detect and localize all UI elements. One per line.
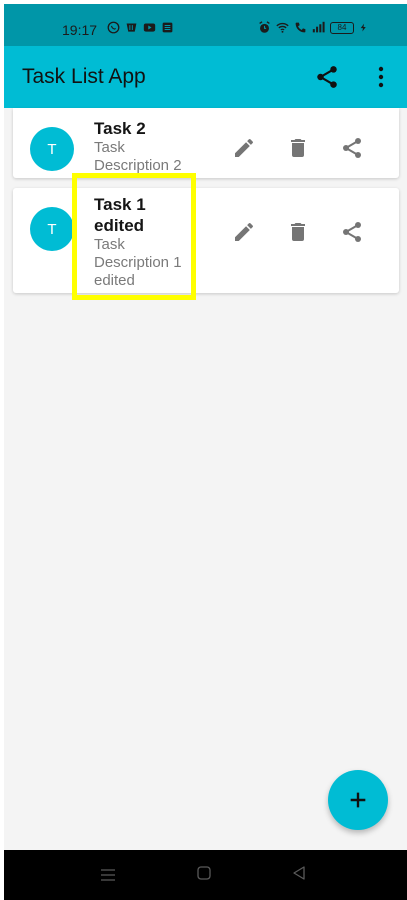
youtube-icon <box>143 23 156 32</box>
delete-button[interactable] <box>286 220 310 244</box>
edit-icon <box>235 138 254 157</box>
home-icon[interactable] <box>197 866 211 880</box>
edit-button[interactable] <box>232 136 256 160</box>
delete-button[interactable] <box>286 136 310 160</box>
task-title: Task 2 <box>94 119 146 138</box>
app-title: Task List App <box>22 65 146 88</box>
delete-icon <box>291 139 305 157</box>
avatar: T <box>30 127 74 171</box>
signal-icon <box>312 21 325 33</box>
edit-icon <box>235 222 254 241</box>
charging-icon <box>360 23 366 32</box>
app-icon <box>126 23 137 32</box>
wifi-icon <box>276 22 289 33</box>
task-description: Task Description 2 <box>94 139 182 174</box>
app-bar: Task List App <box>4 46 407 108</box>
screen: 19:17 84 Task List App T Task 2 Task Des… <box>4 4 407 900</box>
share-icon[interactable] <box>314 64 340 90</box>
call-icon <box>295 22 306 33</box>
edit-button[interactable] <box>232 220 256 244</box>
delete-icon <box>291 223 305 241</box>
share-button[interactable] <box>340 136 364 160</box>
add-icon <box>350 792 366 808</box>
system-icons: 84 <box>258 21 368 34</box>
add-task-button[interactable] <box>328 770 388 830</box>
avatar: T <box>30 207 74 251</box>
share-button[interactable] <box>340 220 364 244</box>
status-bar: 19:17 84 <box>4 4 407 46</box>
task-actions <box>232 220 364 244</box>
menu-icon[interactable] <box>100 867 116 883</box>
whatsapp-icon <box>107 21 120 34</box>
task-card[interactable]: T Task 1 edited Task Description 1 edite… <box>13 188 399 293</box>
task-card[interactable]: T Task 2 Task Description 2 <box>13 108 399 178</box>
alarm-icon <box>259 21 270 33</box>
status-time: 19:17 <box>62 22 98 38</box>
nav-bar <box>4 850 407 900</box>
highlight-box <box>72 173 196 300</box>
share-icon <box>343 222 361 242</box>
battery-level: 84 <box>337 22 347 32</box>
task-text: Task 2 Task Description 2 <box>94 118 194 175</box>
notification-icons <box>107 21 174 34</box>
more-vert-icon[interactable] <box>372 64 390 90</box>
share-icon <box>343 138 361 158</box>
battery-icon: 84 <box>330 21 354 34</box>
task-actions <box>232 136 364 160</box>
back-icon[interactable] <box>292 866 306 880</box>
news-icon <box>162 22 173 33</box>
